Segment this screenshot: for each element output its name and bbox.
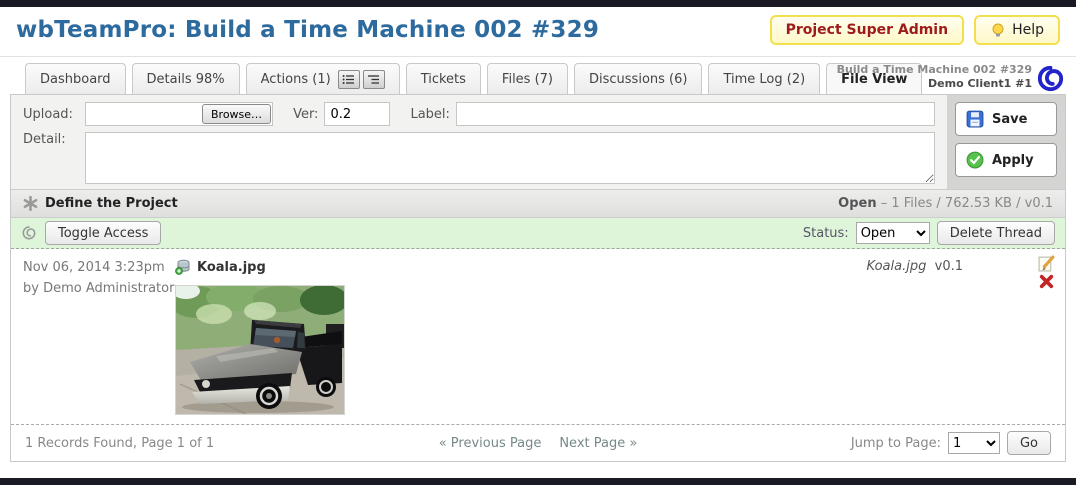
project-super-admin-button[interactable]: Project Super Admin [770,15,965,45]
file-name-italic: Koala.jpg [867,259,927,274]
go-button[interactable]: Go [1007,431,1051,455]
file-entry-actions [1038,255,1055,289]
tab-label: Discussions (6) [589,72,687,87]
detail-field[interactable] [85,132,935,184]
detail-label: Detail: [23,132,79,147]
thread-title: Define the Project [45,196,178,211]
upload-row: Upload: Browse… Ver: Label: [23,102,939,126]
pagination-bar: 1 Records Found, Page 1 of 1 « Previous … [11,425,1065,461]
apply-button[interactable]: Apply [955,143,1057,177]
file-head: Koala.jpg [175,257,345,277]
form-actions-panel: Save Apply [947,95,1065,189]
status-label: Status: [803,226,849,241]
tab-bar: Dashboard Details 98% Actions (1) Ticket… [0,57,1076,94]
label-label: Label: [410,107,449,122]
tab-label: Dashboard [40,72,111,87]
edit-pencil-icon[interactable] [1038,255,1055,272]
tab-label: Details 98% [147,72,225,87]
save-button-label: Save [992,112,1027,127]
page-header: wbTeamPro: Build a Time Machine 002 #329… [0,7,1076,57]
access-swirl-icon [21,225,37,241]
context-client-name: Demo Client1 #1 [837,77,1032,91]
tab-label: Actions (1) [261,72,331,87]
toggle-access-button[interactable]: Toggle Access [45,221,161,245]
version-field[interactable] [324,102,390,126]
file-entry: Nov 06, 2014 3:23pm by Demo Administrato… [11,249,1065,425]
delete-x-icon[interactable] [1039,274,1054,289]
tab-label: Files (7) [502,72,553,87]
file-name[interactable]: Koala.jpg [197,260,266,275]
lightbulb-icon [990,22,1006,38]
project-context: Build a Time Machine 002 #329 Demo Clien… [837,63,1032,91]
tab-tickets[interactable]: Tickets [406,63,481,94]
thread-summary: Open – 1 Files / 762.53 KB / v0.1 [838,196,1053,211]
tab-label: Tickets [421,72,466,87]
file-input: Browse… [85,102,273,126]
jump-to-page: Jump to Page: 1 Go [637,431,1051,455]
asterisk-icon [23,196,38,211]
tab-dashboard[interactable]: Dashboard [25,63,126,94]
tab-files[interactable]: Files (7) [487,63,568,94]
footer-gap [0,462,1076,478]
status-select[interactable]: Open [856,222,930,244]
browse-button[interactable]: Browse… [202,104,271,124]
green-check-icon [966,151,984,169]
help-button[interactable]: Help [974,15,1060,45]
file-entry-author: by Demo Administrator [23,278,175,299]
upload-form-fields: Upload: Browse… Ver: Label: Detail: [11,95,947,189]
tab-details[interactable]: Details 98% [132,63,240,94]
header-buttons: Project Super Admin Help [770,15,1060,45]
upload-form: Upload: Browse… Ver: Label: Detail: [11,95,1065,190]
bottom-dark-bar [0,478,1076,485]
thread-status-text: Open [838,196,876,211]
pager-links: « Previous Page Next Page » [439,436,638,451]
file-thumbnail[interactable] [175,285,345,415]
floppy-disk-icon [966,110,984,128]
wbteampro-logo-icon [1037,65,1064,92]
file-version-info: Koala.jpg v0.1 [867,257,963,416]
database-add-icon [175,259,191,275]
tab-time-log[interactable]: Time Log (2) [708,63,820,94]
label-field[interactable] [456,102,935,126]
file-entry-meta: Nov 06, 2014 3:23pm by Demo Administrato… [23,257,175,416]
context-project-name: Build a Time Machine 002 #329 [837,63,1032,77]
top-dark-bar [0,0,1076,7]
jump-page-select[interactable]: 1 [948,432,1000,454]
delete-thread-button[interactable]: Delete Thread [937,221,1055,245]
file-version: v0.1 [935,259,963,274]
file-entry-content: Koala.jpg [175,257,345,416]
thread-toolbar-right: Status: Open Delete Thread [803,221,1055,245]
help-button-label: Help [1012,22,1044,38]
records-found-text: 1 Records Found, Page 1 of 1 [25,436,439,451]
thread-header-bar: Define the Project Open – 1 Files / 762.… [11,190,1065,218]
bullet-list-icon[interactable] [338,70,360,89]
ver-label: Ver: [293,107,318,122]
indent-list-icon[interactable] [363,70,385,89]
file-path-field[interactable] [87,104,202,124]
thread-summary-rest: – 1 Files / 762.53 KB / v0.1 [877,196,1053,211]
jump-to-page-label: Jump to Page: [851,436,941,451]
save-button[interactable]: Save [955,102,1057,136]
upload-label: Upload: [23,107,79,122]
detail-row: Detail: [23,132,939,184]
apply-button-label: Apply [992,153,1034,168]
previous-page-link[interactable]: « Previous Page [439,436,542,451]
actions-view-toggles [338,70,385,89]
tab-label: Time Log (2) [723,72,805,87]
tab-actions[interactable]: Actions (1) [246,63,400,94]
tab-discussions[interactable]: Discussions (6) [574,63,702,94]
next-page-link[interactable]: Next Page » [559,436,637,451]
thread-toolbar: Toggle Access Status: Open Delete Thread [11,218,1065,249]
main-panel: Upload: Browse… Ver: Label: Detail: [10,94,1066,462]
file-entry-date: Nov 06, 2014 3:23pm [23,257,175,278]
